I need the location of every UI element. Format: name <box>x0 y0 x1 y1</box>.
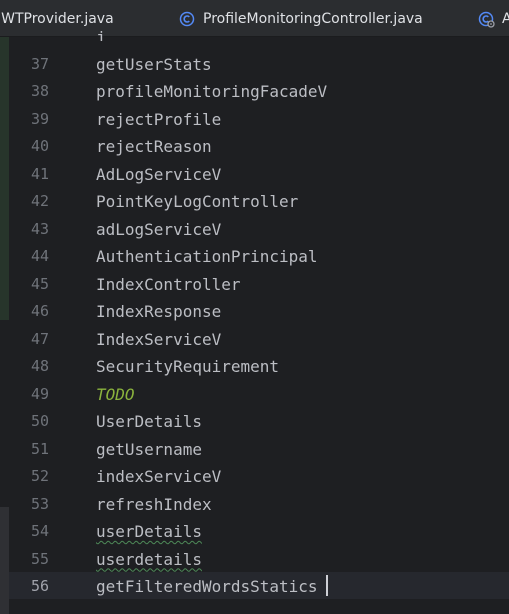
code-line[interactable]: 52 indexServiceV <box>9 463 509 491</box>
code-line[interactable]: 42 PointKeyLogController <box>9 188 509 216</box>
code-text: PointKeyLogController <box>96 192 299 211</box>
code-line[interactable]: 38 profileMonitoringFacadeV <box>9 78 509 106</box>
code-line[interactable]: 46 IndexResponse <box>9 298 509 326</box>
code-text: IndexController <box>96 274 241 294</box>
line-number: 37 <box>30 54 49 73</box>
code-line[interactable]: 47 IndexServiceV <box>9 326 509 354</box>
code-text: indexServiceV <box>96 467 222 486</box>
code-line[interactable]: 40 rejectReason <box>9 133 509 161</box>
code-line[interactable]: 44 AuthenticationPrincipal <box>9 243 509 271</box>
code-text: getUserStats <box>96 54 212 74</box>
change-marker <box>0 37 9 320</box>
code-text: rejectProfile <box>96 109 222 129</box>
code-line[interactable]: 53 refreshIndex <box>9 491 509 519</box>
line-number: 38 <box>30 82 49 100</box>
text-caret <box>326 575 328 596</box>
line-number: 39 <box>30 109 49 128</box>
ide-window: JWTProvider.java ProfileMonitoringContro… <box>0 0 509 614</box>
code-text: refreshIndex <box>96 494 212 514</box>
code-line-todo[interactable]: 49 TODO <box>9 381 509 409</box>
class-gear-icon <box>478 11 495 28</box>
line-number: 50 <box>30 412 49 430</box>
code-line[interactable]: 55 userdetails <box>9 546 509 574</box>
code-text: SecurityRequirement <box>96 357 280 376</box>
code-text: IndexResponse <box>96 302 222 321</box>
line-number: 53 <box>30 494 49 513</box>
scroll-marker <box>0 507 9 614</box>
line-number: 45 <box>30 274 49 293</box>
code-line[interactable]: 39 rejectProfile <box>9 106 509 134</box>
line-number: 43 <box>30 219 49 238</box>
code-line[interactable]: 50 UserDetails <box>9 408 509 436</box>
line-number: 56 <box>30 577 49 595</box>
tab-profilemonitoringcontroller[interactable]: ProfileMonitoringController.java <box>179 0 423 36</box>
code-line[interactable]: 54 userDetails <box>9 518 509 546</box>
code-text: AuthenticationPrincipal <box>96 247 318 266</box>
code-text: profileMonitoringFacadeV <box>96 82 328 101</box>
typo-highlighted-text: userDetails <box>96 522 202 541</box>
code-text: getUsername <box>96 439 202 459</box>
tab-truncated[interactable]: A <box>478 0 509 36</box>
tab-label: A <box>502 11 509 27</box>
line-number: 55 <box>30 549 49 568</box>
line-number: 42 <box>30 192 49 210</box>
code-line-current[interactable]: 56 getFilteredWordsStatics <box>9 573 509 601</box>
code-text: getFilteredWordsStatics <box>96 577 318 596</box>
code-line[interactable]: 45 IndexController <box>9 271 509 299</box>
typo-highlighted-text: userdetails <box>96 549 202 569</box>
code-text: IndexServiceV <box>96 329 222 349</box>
partial-code-line: j <box>96 28 104 41</box>
tab-label: JWTProvider.java <box>0 10 114 27</box>
line-number: 49 <box>30 384 49 403</box>
line-number: 51 <box>30 439 49 458</box>
code-line[interactable]: 48 SecurityRequirement <box>9 353 509 381</box>
code-line[interactable]: 41 AdLogServiceV <box>9 161 509 189</box>
line-number: 40 <box>30 137 49 155</box>
class-icon <box>179 11 195 27</box>
line-number: 41 <box>30 164 49 183</box>
code-text: adLogServiceV <box>96 219 222 239</box>
editor-tab-bar: JWTProvider.java ProfileMonitoringContro… <box>0 0 509 37</box>
line-number: 52 <box>30 467 49 485</box>
line-number: 46 <box>30 302 49 320</box>
line-number: 54 <box>30 522 49 540</box>
line-number: 47 <box>30 329 49 348</box>
code-line[interactable]: 37 getUserStats <box>9 51 509 79</box>
vcs-change-strip <box>0 37 9 614</box>
tab-label: ProfileMonitoringController.java <box>203 10 423 27</box>
code-text: rejectReason <box>96 137 212 156</box>
code-line[interactable]: 51 getUsername <box>9 436 509 464</box>
code-text: UserDetails <box>96 412 202 431</box>
line-number: 48 <box>30 357 49 375</box>
code-text: AdLogServiceV <box>96 164 222 184</box>
line-number: 44 <box>30 247 49 265</box>
todo-comment: TODO <box>96 384 135 404</box>
code-line[interactable]: 43 adLogServiceV <box>9 216 509 244</box>
